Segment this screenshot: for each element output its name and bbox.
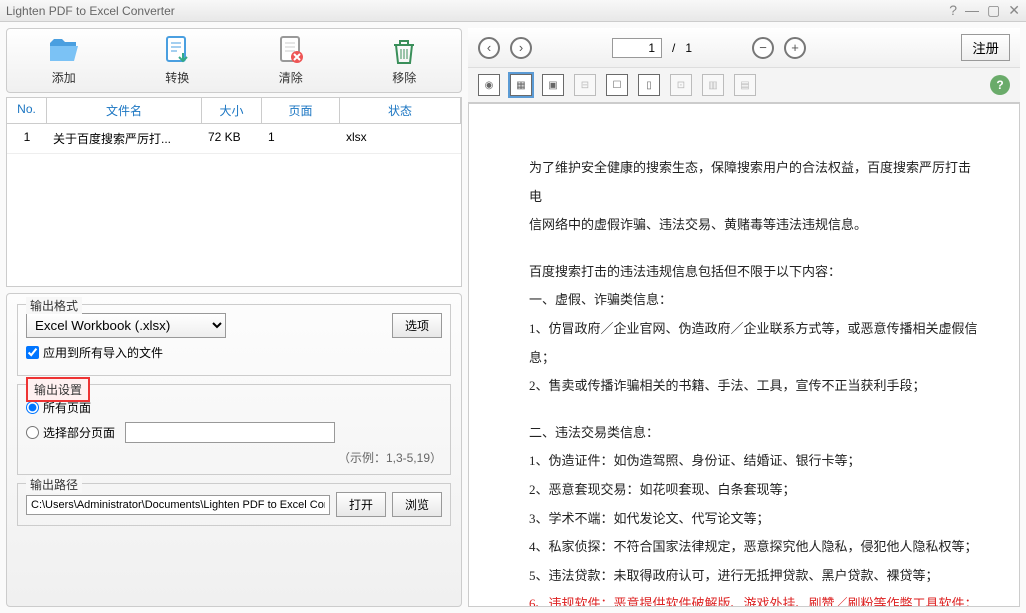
- page-range-input[interactable]: [125, 422, 335, 443]
- right-panel: ‹ › 1 / 1 − + 注册 ◉ ▦ ▣ ⊟ ☐ ▯ ⊡ ▥ ▤ ? 为了维…: [468, 22, 1026, 613]
- help-icon[interactable]: ?: [949, 2, 957, 19]
- document-convert-icon: [161, 35, 193, 67]
- folder-open-icon: [48, 35, 80, 67]
- format-select[interactable]: Excel Workbook (.xlsx): [26, 313, 226, 338]
- apply-all-label: 应用到所有导入的文件: [43, 344, 163, 361]
- col-name[interactable]: 文件名: [47, 98, 202, 123]
- preview-line: 二、违法交易类信息：: [529, 419, 979, 448]
- clear-label: 清除: [279, 71, 303, 85]
- next-page-icon[interactable]: ›: [510, 37, 532, 59]
- preview-line: 1、伪造证件：如伪造驾照、身份证、结婚证、银行卡等；: [529, 447, 979, 476]
- document-clear-icon: [275, 35, 307, 67]
- window-controls: ? — ▢ ✕: [949, 2, 1020, 19]
- preview-line: 一、虚假、诈骗类信息：: [529, 286, 979, 315]
- view-mode-5-icon[interactable]: ☐: [606, 74, 628, 96]
- add-label: 添加: [52, 71, 76, 85]
- file-table: No. 文件名 大小 页面 状态 1 关于百度搜索严厉打... 72 KB 1 …: [6, 97, 462, 287]
- window-title: Lighten PDF to Excel Converter: [6, 4, 949, 18]
- col-page[interactable]: 页面: [262, 98, 340, 123]
- preview-line: 2、售卖或传播诈骗相关的书籍、手法、工具，宣传不正当获利手段；: [529, 372, 979, 401]
- preview-area[interactable]: 为了维护安全健康的搜索生态，保障搜索用户的合法权益，百度搜索严厉打击电信网络中的…: [468, 103, 1020, 607]
- col-no[interactable]: No.: [7, 98, 47, 123]
- table-header: No. 文件名 大小 页面 状态: [7, 98, 461, 124]
- view-mode-9-icon[interactable]: ▤: [734, 74, 756, 96]
- maximize-icon[interactable]: ▢: [987, 2, 1000, 19]
- browse-button[interactable]: 浏览: [392, 492, 442, 517]
- cell-page: 1: [262, 124, 340, 153]
- partial-pages-radio[interactable]: [26, 426, 39, 439]
- col-size[interactable]: 大小: [202, 98, 262, 123]
- convert-label: 转换: [165, 71, 189, 85]
- remove-button[interactable]: 移除: [348, 33, 462, 88]
- preview-line: 百度搜索打击的违法违规信息包括但不限于以下内容：: [529, 258, 979, 287]
- outset-legend: 输出设置: [26, 377, 90, 402]
- col-status[interactable]: 状态: [340, 98, 461, 123]
- page-total: 1: [685, 41, 692, 55]
- page-input[interactable]: 1: [612, 38, 662, 58]
- preview-line: 5、违法贷款：未取得政府认可，进行无抵押贷款、黑户贷款、裸贷等；: [529, 562, 979, 591]
- cell-no: 1: [7, 124, 47, 153]
- zoom-out-icon[interactable]: −: [752, 37, 774, 59]
- view-mode-3-icon[interactable]: ▣: [542, 74, 564, 96]
- open-button[interactable]: 打开: [336, 492, 386, 517]
- preview-line: 6、违规软件：恶意提供软件破解版、游戏外挂、刷赞／刷粉等作弊工具软件；: [529, 590, 979, 607]
- table-row[interactable]: 1 关于百度搜索严厉打... 72 KB 1 xlsx: [7, 124, 461, 154]
- minimize-icon[interactable]: —: [965, 2, 979, 19]
- output-settings-fieldset: 输出设置 所有页面 选择部分页面 （示例：1,3-5,19）: [17, 384, 451, 475]
- preview-line: 4、私家侦探：不符合国家法律规定，恶意探究他人隐私，侵犯他人隐私权等；: [529, 533, 979, 562]
- preview-line: 2、恶意套现交易：如花呗套现、白条套现等；: [529, 476, 979, 505]
- convert-button[interactable]: 转换: [121, 33, 235, 88]
- output-path-fieldset: 输出路径 打开 浏览: [17, 483, 451, 526]
- zoom-in-icon[interactable]: +: [784, 37, 806, 59]
- prev-page-icon[interactable]: ‹: [478, 37, 500, 59]
- preview-toolbar: ‹ › 1 / 1 − + 注册: [468, 28, 1020, 68]
- view-mode-7-icon[interactable]: ⊡: [670, 74, 692, 96]
- preview-line: 1、仿冒政府／企业官网、伪造政府／企业联系方式等，或恶意传播相关虚假信息；: [529, 315, 979, 372]
- left-panel: 添加 转换 清除 移除 No: [0, 22, 468, 613]
- clear-button[interactable]: 清除: [234, 33, 348, 88]
- format-legend: 输出格式: [26, 297, 82, 314]
- main-toolbar: 添加 转换 清除 移除: [6, 28, 462, 93]
- settings-panel: 输出格式 Excel Workbook (.xlsx) 选项 应用到所有导入的文…: [6, 293, 462, 607]
- view-mode-4-icon[interactable]: ⊟: [574, 74, 596, 96]
- add-button[interactable]: 添加: [7, 33, 121, 88]
- titlebar: Lighten PDF to Excel Converter ? — ▢ ✕: [0, 0, 1026, 22]
- all-pages-radio[interactable]: [26, 401, 39, 414]
- close-icon[interactable]: ✕: [1008, 2, 1020, 19]
- preview-help-icon[interactable]: ?: [990, 75, 1010, 95]
- view-options-bar: ◉ ▦ ▣ ⊟ ☐ ▯ ⊡ ▥ ▤ ?: [468, 68, 1020, 103]
- output-path-input[interactable]: [26, 495, 330, 515]
- partial-pages-label: 选择部分页面: [43, 424, 115, 441]
- view-mode-6-icon[interactable]: ▯: [638, 74, 660, 96]
- view-mode-1-icon[interactable]: ◉: [478, 74, 500, 96]
- cell-status: xlsx: [340, 124, 461, 153]
- output-format-fieldset: 输出格式 Excel Workbook (.xlsx) 选项 应用到所有导入的文…: [17, 304, 451, 376]
- trash-icon: [388, 35, 420, 67]
- preview-line: 3、学术不端：如代发论文、代写论文等；: [529, 505, 979, 534]
- page-sep: /: [672, 41, 675, 55]
- register-button[interactable]: 注册: [961, 34, 1010, 61]
- remove-label: 移除: [392, 71, 416, 85]
- options-button[interactable]: 选项: [392, 313, 442, 338]
- apply-all-checkbox[interactable]: [26, 346, 39, 359]
- outpath-legend: 输出路径: [26, 476, 82, 493]
- view-mode-8-icon[interactable]: ▥: [702, 74, 724, 96]
- cell-name: 关于百度搜索严厉打...: [47, 124, 202, 153]
- preview-line: 信网络中的虚假诈骗、违法交易、黄赌毒等违法违规信息。: [529, 211, 979, 240]
- example-text: （示例：1,3-5,19）: [26, 449, 442, 466]
- cell-size: 72 KB: [202, 124, 262, 153]
- preview-line: 为了维护安全健康的搜索生态，保障搜索用户的合法权益，百度搜索严厉打击电: [529, 154, 979, 211]
- view-mode-grid-icon[interactable]: ▦: [510, 74, 532, 96]
